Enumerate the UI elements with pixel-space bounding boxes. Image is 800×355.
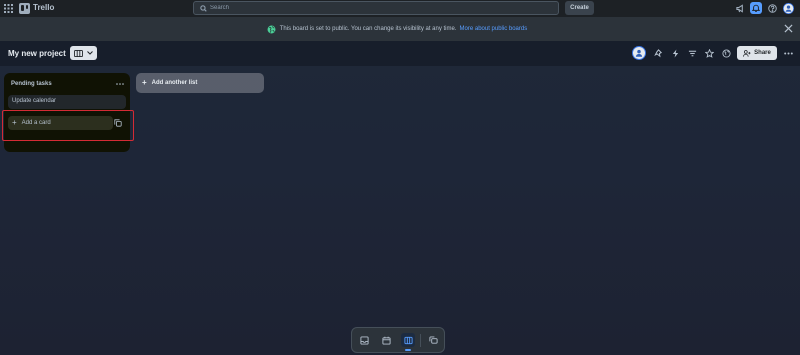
megaphone-icon[interactable] [734, 2, 746, 14]
board-view-icon [74, 49, 83, 57]
filter-icon[interactable] [686, 47, 698, 59]
add-another-list-button[interactable]: + Add another list [136, 73, 264, 93]
close-icon[interactable] [784, 24, 794, 34]
board-view-switch-button[interactable] [70, 46, 97, 60]
view-switcher-bar [351, 327, 445, 353]
board-icon[interactable] [401, 333, 415, 347]
public-visibility-banner: This board is set to public. You can cha… [0, 17, 800, 41]
more-options-icon[interactable] [782, 47, 794, 59]
brand-name[interactable]: Trello [33, 3, 54, 12]
add-member-icon [743, 49, 751, 57]
add-card-button[interactable]: + Add a card [8, 116, 113, 130]
public-boards-link[interactable]: More about public boards [460, 26, 528, 32]
board-title[interactable]: My new project [8, 49, 66, 58]
plus-icon: + [142, 78, 147, 87]
calendar-icon[interactable] [379, 333, 393, 347]
divider [420, 334, 421, 347]
share-button[interactable]: Share [737, 46, 777, 60]
create-from-template-icon[interactable] [114, 119, 123, 128]
add-card-label: Add a card [21, 120, 51, 126]
account-avatar-icon[interactable] [782, 2, 794, 14]
create-button[interactable]: Create [565, 1, 594, 15]
member-avatar[interactable] [632, 46, 646, 60]
top-navigation-bar: Trello Create [0, 0, 800, 17]
search-icon [200, 4, 207, 12]
help-icon[interactable] [766, 2, 778, 14]
automation-icon[interactable] [669, 47, 681, 59]
search-box[interactable] [193, 1, 559, 15]
power-ups-icon[interactable] [652, 47, 664, 59]
add-list-label: Add another list [151, 80, 198, 86]
board-canvas: My new project Share Pending tasks Updat… [0, 41, 800, 355]
inbox-icon[interactable] [357, 333, 371, 347]
notifications-bell-icon[interactable] [750, 2, 762, 14]
list-pending-tasks[interactable]: Pending tasks Update calendar + Add a ca… [4, 73, 130, 152]
app-switcher-icon[interactable] [4, 4, 13, 13]
banner-message: This board is set to public. You can cha… [279, 26, 457, 32]
list-menu-icon[interactable] [114, 79, 126, 89]
globe-icon [267, 25, 276, 33]
visibility-globe-icon[interactable] [720, 47, 732, 59]
board-header: My new project Share [0, 41, 800, 66]
plus-icon: + [12, 118, 17, 127]
card-update-calendar[interactable]: Update calendar [8, 95, 126, 109]
active-view-indicator [405, 349, 411, 351]
chevron-down-icon [87, 51, 93, 55]
share-label: Share [754, 50, 771, 56]
switch-boards-icon[interactable] [426, 333, 440, 347]
star-icon[interactable] [703, 47, 715, 59]
search-input[interactable] [210, 5, 510, 11]
trello-logo-icon[interactable] [19, 3, 30, 14]
list-title[interactable]: Pending tasks [11, 81, 52, 87]
